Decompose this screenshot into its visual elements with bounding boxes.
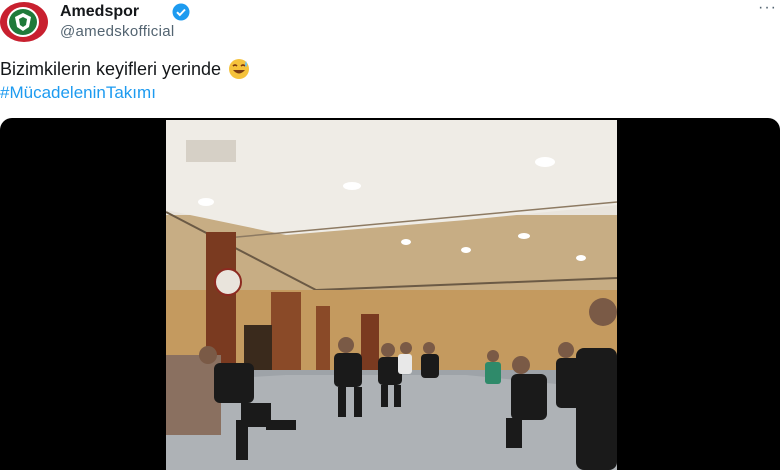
media-container[interactable] <box>0 118 780 470</box>
grinning-sweat-emoji-icon <box>227 58 251 80</box>
video-frame[interactable] <box>166 120 617 470</box>
tweet-header: Amedspor @amedskofficial ··· <box>0 0 780 52</box>
video-still-illustration <box>166 120 617 470</box>
verified-badge-icon <box>172 3 190 21</box>
avatar[interactable] <box>0 2 48 42</box>
tweet-text: Bizimkilerin keyifleri yerinde <box>0 58 251 80</box>
hashtag-link[interactable]: #MücadeleninTakımı <box>0 82 156 104</box>
display-name[interactable]: Amedspor <box>60 2 139 22</box>
user-handle[interactable]: @amedskofficial <box>60 22 175 42</box>
more-options-icon[interactable]: ··· <box>758 0 777 16</box>
club-logo-icon <box>7 7 39 37</box>
tweet-text-content: Bizimkilerin keyifleri yerinde <box>0 59 222 79</box>
